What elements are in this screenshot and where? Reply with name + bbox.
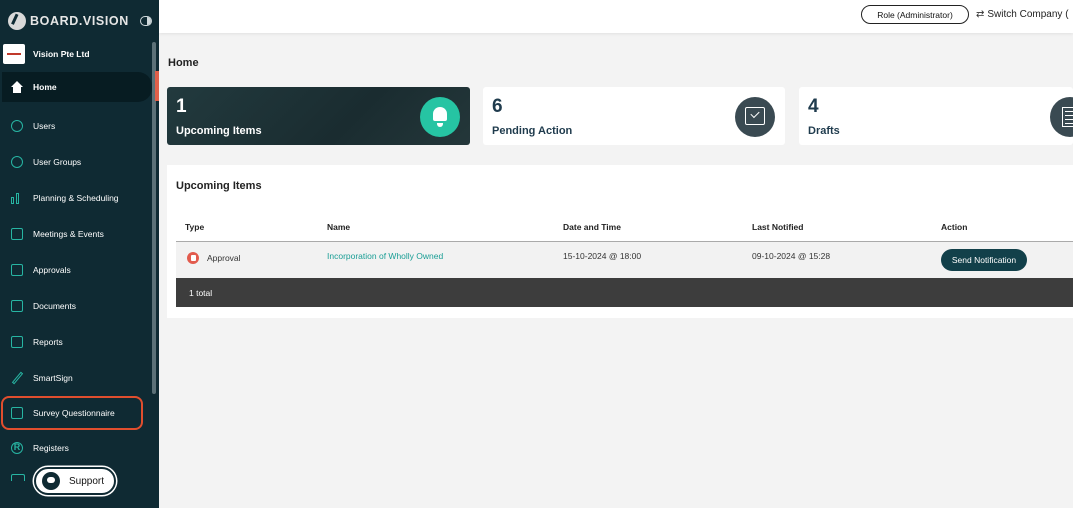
cell-name-link[interactable]: Incorporation of Wholly Owned (327, 251, 443, 261)
page-title: Home (168, 57, 199, 69)
sidebar-item-label: Planning & Scheduling (33, 193, 119, 203)
active-indicator (155, 71, 159, 101)
sidebar-item-label: Meetings & Events (33, 229, 104, 239)
sidebar-item-meetings-events[interactable]: Meetings & Events (0, 216, 152, 252)
company-logo-icon (3, 44, 25, 64)
sidebar-item-documents[interactable]: Documents (0, 288, 152, 324)
support-label: Support (69, 475, 105, 487)
table-footer: 1 total (176, 278, 1073, 307)
top-bar: Role (Administrator) ⇄ Switch Company ( (159, 0, 1073, 33)
sidebar-item-partial-icon (11, 474, 25, 481)
switch-company-link[interactable]: ⇄ Switch Company ( (976, 9, 1069, 20)
sidebar-item-label: Users (33, 121, 56, 131)
sidebar-item-label: Reports (33, 337, 63, 347)
table-row: Approval Incorporation of Wholly Owned 1… (176, 242, 1073, 278)
sidebar-item-label: Registers (33, 443, 69, 453)
column-header-type[interactable]: Type (185, 222, 204, 232)
company-name: Vision Pte Ltd (33, 49, 90, 59)
cell-last-notified: 09-10-2024 @ 15:28 (752, 251, 831, 261)
cell-datetime: 15-10-2024 @ 18:00 (563, 251, 642, 261)
sidebar-item-users[interactable]: Users (0, 108, 152, 144)
calendar-icon (11, 228, 23, 240)
sidebar-item-home[interactable]: Home (2, 72, 152, 102)
sidebar-item-reports[interactable]: Reports (0, 324, 152, 360)
support-button[interactable]: Support (34, 467, 116, 495)
card-count: 1 (176, 96, 187, 117)
column-header-action: Action (941, 222, 968, 232)
cell-type: Approval (207, 253, 241, 263)
pen-icon (11, 372, 23, 384)
panel-title: Upcoming Items (176, 180, 262, 192)
home-icon (11, 81, 23, 93)
card-pending-action[interactable]: 6 Pending Action (483, 87, 785, 145)
card-label: Drafts (808, 125, 840, 137)
sidebar-item-planning-scheduling[interactable]: Planning & Scheduling (0, 180, 152, 216)
user-icon (11, 120, 23, 132)
brand[interactable]: BOARD.VISION (8, 11, 129, 31)
theme-toggle-icon[interactable] (140, 16, 152, 26)
sidebar-item-label: Approvals (33, 265, 71, 275)
card-label: Pending Action (492, 125, 573, 137)
table-header: Type Name Date and Time Last Notified Ac… (176, 219, 1073, 242)
brand-name: BOARD.VISION (30, 14, 129, 28)
role-button[interactable]: Role (Administrator) (861, 5, 969, 24)
sidebar-item-label: SmartSign (33, 373, 73, 383)
total-count: 1 total (189, 288, 213, 298)
sidebar-item-label: Home (33, 82, 57, 92)
brand-logo-icon (8, 12, 26, 30)
column-header-last-notified[interactable]: Last Notified (752, 222, 803, 232)
send-notification-button[interactable]: Send Notification (941, 249, 1027, 271)
survey-icon (11, 407, 23, 419)
registers-icon: R (11, 442, 23, 454)
sidebar: BOARD.VISION Vision Pte Ltd Home Users U… (0, 0, 159, 508)
card-count: 4 (808, 96, 819, 117)
checkbox-icon (735, 97, 775, 137)
bell-icon (420, 97, 460, 137)
sidebar-item-survey-questionnaire[interactable]: Survey Questionnaire (1, 396, 143, 430)
chat-icon (42, 472, 60, 490)
card-upcoming-items[interactable]: 1 Upcoming Items (167, 87, 470, 145)
documents-icon (11, 300, 23, 312)
chart-icon (11, 192, 23, 204)
column-header-datetime[interactable]: Date and Time (563, 222, 621, 232)
upcoming-items-panel: Upcoming Items Type Name Date and Time L… (167, 165, 1073, 318)
approval-status-icon (187, 252, 199, 264)
column-header-name[interactable]: Name (327, 222, 350, 232)
sidebar-item-smartsign[interactable]: SmartSign (0, 360, 152, 396)
card-count: 6 (492, 96, 503, 117)
sidebar-item-approvals[interactable]: Approvals (0, 252, 152, 288)
switch-icon: ⇄ (976, 9, 985, 20)
company-selector[interactable]: Vision Pte Ltd (3, 44, 90, 64)
card-label: Upcoming Items (176, 125, 262, 137)
document-icon (1050, 97, 1073, 137)
sidebar-item-user-groups[interactable]: User Groups (0, 144, 152, 180)
card-drafts[interactable]: 4 Drafts (799, 87, 1073, 145)
approval-icon (11, 264, 23, 276)
reports-icon (11, 336, 23, 348)
sidebar-item-label: Survey Questionnaire (33, 408, 115, 418)
switch-company-label: Switch Company ( (987, 9, 1069, 20)
sidebar-item-registers[interactable]: R Registers (0, 430, 152, 466)
sidebar-nav: Home Users User Groups Planning & Schedu… (0, 72, 152, 466)
sidebar-item-label: User Groups (33, 157, 82, 167)
users-icon (11, 156, 23, 168)
sidebar-item-label: Documents (33, 301, 76, 311)
